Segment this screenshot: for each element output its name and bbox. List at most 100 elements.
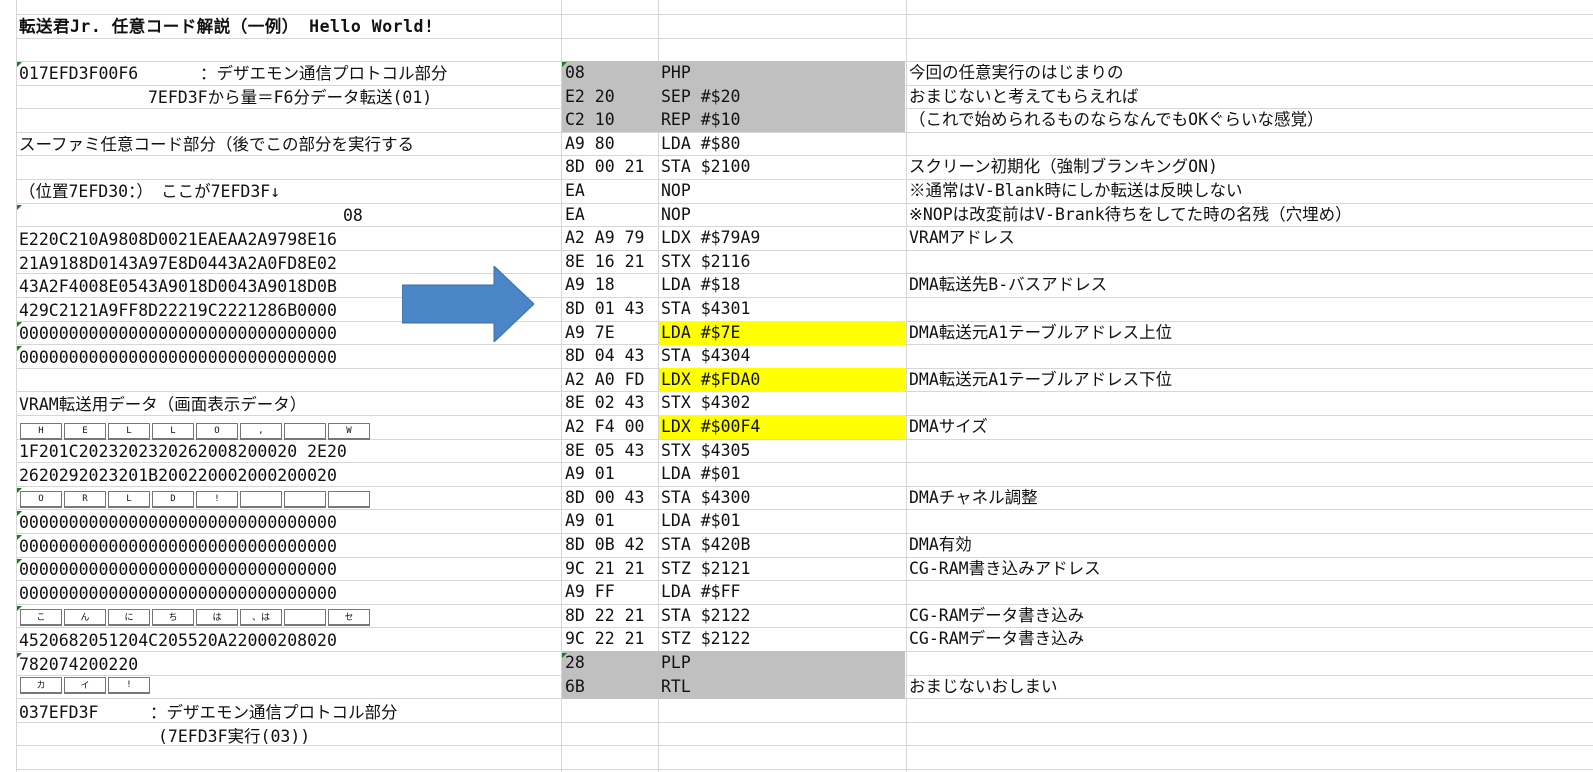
zero-line[interactable]: 00000000000000000000000000000000	[19, 558, 337, 581]
asm-comment[interactable]: おまじないおしまい	[909, 675, 1058, 698]
asm-bytes[interactable]: 8D 00 43	[565, 486, 644, 509]
asm-opcode[interactable]: RTL	[661, 675, 691, 698]
asm-bytes[interactable]: A2 F4 00	[565, 415, 644, 438]
asm-bytes[interactable]: 8D 0B 42	[565, 533, 644, 556]
asm-bytes[interactable]: A9 18	[565, 273, 615, 296]
asm-comment[interactable]: DMA転送元A1テーブルアドレス下位	[909, 368, 1172, 391]
asm-opcode[interactable]: STA $4301	[661, 297, 750, 320]
asm-opcode[interactable]: LDX #$79A9	[661, 226, 760, 249]
asm-opcode[interactable]: LDA #$FF	[661, 580, 740, 603]
asm-opcode[interactable]: PHP	[661, 61, 691, 84]
asm-opcode[interactable]: STX $4302	[661, 391, 750, 414]
asm-bytes[interactable]: 9C 22 21	[565, 627, 644, 650]
asm-comment[interactable]: CG-RAMデータ書き込み	[909, 604, 1084, 627]
line-7820[interactable]: 782074200220	[19, 653, 138, 676]
vram-line-1[interactable]: 1F201C2023202320262008200020 2E20	[19, 440, 347, 463]
grid-col-line	[906, 0, 907, 772]
asm-bytes[interactable]: 8D 00 21	[565, 155, 644, 178]
asm-opcode[interactable]: STZ $2122	[661, 627, 750, 650]
asm-bytes[interactable]: A9 01	[565, 462, 615, 485]
asm-opcode[interactable]: NOP	[661, 179, 691, 202]
asm-bytes[interactable]: EA	[565, 203, 585, 226]
cell-note-marker	[17, 488, 22, 493]
asm-opcode[interactable]: LDA #$01	[661, 462, 740, 485]
zero-line[interactable]: 00000000000000000000000000000000	[19, 582, 337, 605]
asm-opcode[interactable]: STA $2122	[661, 604, 750, 627]
asm-opcode[interactable]: STX $2116	[661, 250, 750, 273]
asm-opcode[interactable]: PLP	[661, 651, 691, 674]
protocol3-label: ：デザエモン通信プロトコル部分	[150, 703, 398, 722]
asm-comment[interactable]: CG-RAMデータ書き込み	[909, 627, 1084, 650]
asm-comment[interactable]: 今回の任意実行のはじまりの	[909, 61, 1124, 84]
asm-bytes[interactable]: 8D 22 21	[565, 604, 644, 627]
asm-bytes[interactable]: 8E 02 43	[565, 391, 644, 414]
keys-hello-row: HELLO,W	[20, 422, 372, 440]
asm-comment[interactable]: DMAチャネル調整	[909, 486, 1038, 509]
asm-comment[interactable]: DMAサイズ	[909, 415, 988, 438]
asm-bytes[interactable]: A9 80	[565, 132, 615, 155]
asm-opcode[interactable]: STZ $2121	[661, 557, 750, 580]
asm-opcode[interactable]: STA $4300	[661, 486, 750, 509]
asm-opcode[interactable]: LDA #$01	[661, 509, 740, 532]
zero-line[interactable]: 00000000000000000000000000000000	[19, 535, 337, 558]
asm-comment[interactable]: ※NOPは改変前はV-Brank待ちをしてた時の名残（穴埋め）	[909, 203, 1352, 226]
asm-comment[interactable]: CG-RAM書き込みアドレス	[909, 557, 1101, 580]
asm-comment[interactable]: スクリーン初期化（強制ブランキングON)	[909, 155, 1218, 178]
asm-comment[interactable]: ※通常はV-Blank時にしか転送は反映しない	[909, 179, 1243, 202]
key-glyph: は	[196, 608, 238, 626]
hex-line[interactable]: 00000000000000000000000000000000	[19, 346, 337, 369]
asm-bytes[interactable]: EA	[565, 179, 585, 202]
grid-row-line	[16, 509, 1593, 510]
asm-bytes[interactable]: 9C 21 21	[565, 557, 644, 580]
asm-opcode[interactable]: SEP #$20	[661, 85, 740, 108]
asm-comment[interactable]: おまじないと考えてもらえれば	[909, 85, 1138, 108]
asm-opcode[interactable]: LDX #$FDA0	[661, 368, 760, 391]
asm-bytes[interactable]: A9 01	[565, 509, 615, 532]
asm-opcode[interactable]: LDA #$7E	[661, 321, 740, 344]
key-glyph: L	[152, 422, 194, 440]
asm-bytes[interactable]: 8D 04 43	[565, 344, 644, 367]
asm-bytes[interactable]: A9 7E	[565, 321, 615, 344]
asm-bytes[interactable]: A2 A0 FD	[565, 368, 644, 391]
asm-bytes[interactable]: A9 FF	[565, 580, 615, 603]
asm-opcode[interactable]: LDA #$18	[661, 273, 740, 296]
asm-bytes[interactable]: 8E 05 43	[565, 439, 644, 462]
hex-line[interactable]: 43A2F4008E0543A9018D0043A9018D0B	[19, 275, 337, 298]
hex-line[interactable]: 00000000000000000000000000000000	[19, 322, 337, 345]
key-glyph: こ	[20, 608, 62, 626]
code-08-cell[interactable]: 08	[343, 204, 363, 227]
protocol1-hex[interactable]: 017EFD3F00F6	[19, 62, 138, 85]
asm-opcode[interactable]: STA $420B	[661, 533, 750, 556]
asm-opcode[interactable]: STX $4305	[661, 439, 750, 462]
asm-opcode[interactable]: NOP	[661, 203, 691, 226]
hex-line[interactable]: 21A9188D0143A97E8D0443A2A0FD8E02	[19, 252, 337, 275]
vram-line-2[interactable]: 2620292023201B200220002000200020	[19, 464, 337, 487]
cell-note-marker	[17, 606, 22, 611]
asm-comment[interactable]: DMA転送先B-バスアドレス	[909, 273, 1107, 296]
asm-comment[interactable]: DMA転送元A1テーブルアドレス上位	[909, 321, 1172, 344]
asm-bytes[interactable]: C2 10	[565, 108, 615, 131]
hex-line[interactable]: 429C2121A9FF8D22219C2221286B0000	[19, 299, 337, 322]
asm-bytes[interactable]: 28	[565, 651, 585, 674]
asm-bytes[interactable]: A2 A9 79	[565, 226, 644, 249]
asm-bytes[interactable]: 08	[565, 61, 585, 84]
line-4520[interactable]: 4520682051204C205520A22000208020	[19, 629, 337, 652]
asm-bytes[interactable]: 8E 16 21	[565, 250, 644, 273]
asm-opcode[interactable]: STA $4304	[661, 344, 750, 367]
hex-line[interactable]: E220C210A9808D0021EAEAA2A9798E16	[19, 228, 337, 251]
grid-row-line	[16, 627, 1593, 628]
asm-bytes[interactable]: E2 20	[565, 85, 615, 108]
asm-opcode[interactable]: REP #$10	[661, 108, 740, 131]
key-glyph: H	[20, 422, 62, 440]
asm-bytes[interactable]: 8D 01 43	[565, 297, 644, 320]
protocol3-hex[interactable]: 037EFD3F	[19, 701, 98, 724]
asm-comment[interactable]: DMA有効	[909, 533, 972, 556]
asm-opcode[interactable]: LDA #$80	[661, 132, 740, 155]
asm-comment[interactable]: VRAMアドレス	[909, 226, 1015, 249]
asm-comment[interactable]: （これで始められるものならなんでもOKぐらいな感覚）	[909, 108, 1324, 131]
asm-opcode[interactable]: STA $2100	[661, 155, 750, 178]
asm-bytes[interactable]: 6B	[565, 675, 585, 698]
key-glyph: ,	[240, 422, 282, 440]
asm-opcode[interactable]: LDX #$00F4	[661, 415, 760, 438]
zero-line[interactable]: 00000000000000000000000000000000	[19, 511, 337, 534]
